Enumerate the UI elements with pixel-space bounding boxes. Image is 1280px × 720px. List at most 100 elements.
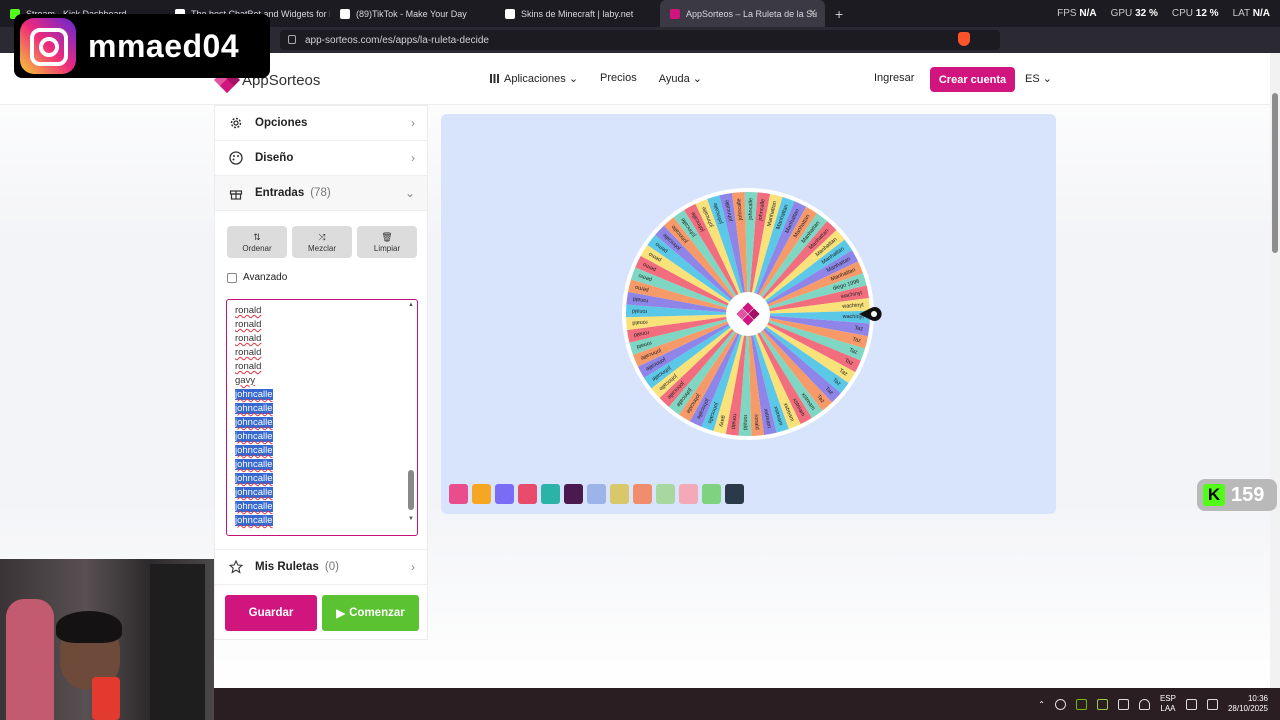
- entry-line: ronald: [235, 305, 262, 316]
- menu-ayuda[interactable]: Ayuda ⌄: [659, 72, 702, 85]
- webcam-chair: [6, 599, 54, 720]
- palette-swatch[interactable]: [610, 484, 629, 504]
- brave-shield-icon[interactable]: [958, 32, 970, 46]
- kick-icon: K: [1203, 484, 1225, 506]
- tab-2[interactable]: (89)TikTok - Make Your Day: [330, 0, 495, 27]
- accordion-diseno[interactable]: Diseño ›: [215, 141, 427, 176]
- palette-swatch[interactable]: [633, 484, 652, 504]
- entry-line: johncalle: [235, 403, 273, 414]
- palette-swatch[interactable]: [541, 484, 560, 504]
- network-icon[interactable]: [1185, 698, 1197, 710]
- wheel-container[interactable]: johncalle Manhattan Manhattan Manhattan Manh…: [621, 187, 882, 441]
- nvidia-icon[interactable]: [1075, 698, 1087, 710]
- entries-textarea[interactable]: ronald ronald ronald ronald ronald gavy johnca…: [226, 299, 418, 536]
- entry-line: ronald: [235, 333, 262, 344]
- grid-icon: [490, 74, 499, 83]
- viewer-count: 159: [1231, 483, 1265, 506]
- shuffle-button[interactable]: ⤨ Mezclar: [292, 226, 352, 258]
- wheel-hub[interactable]: [726, 292, 770, 336]
- tab-label: Skins de Minecraft | laby.net: [521, 8, 634, 19]
- language-selector[interactable]: ES ⌄: [1025, 72, 1052, 85]
- webcam-cup: [92, 677, 120, 720]
- new-tab-button[interactable]: +: [825, 6, 853, 22]
- page-scroll-thumb[interactable]: [1272, 93, 1278, 253]
- entries-toolbar: ⇅ Ordenar ⤨ Mezclar 🗑 Limpiar: [227, 226, 417, 258]
- login-link[interactable]: Ingresar: [874, 72, 914, 84]
- wheel-segment-label: johncalle: [748, 198, 755, 221]
- tab-favicon-icon: [340, 8, 350, 19]
- input-language[interactable]: ESP LAA: [1160, 694, 1176, 714]
- clear-button[interactable]: 🗑 Limpiar: [357, 226, 417, 258]
- entry-line: johncalle: [235, 515, 273, 526]
- lock-icon: [288, 35, 296, 44]
- palette-swatch[interactable]: [725, 484, 744, 504]
- entry-line: johncalle: [235, 445, 273, 456]
- wheel-segment-label: Taz: [854, 325, 864, 332]
- chevron-right-icon: ›: [411, 116, 415, 130]
- gpu-stat: GPU 32 %: [1110, 8, 1158, 19]
- bluetooth-icon[interactable]: [1117, 698, 1129, 710]
- trash-icon: 🗑: [381, 231, 393, 242]
- menu-precios[interactable]: Precios: [600, 72, 637, 85]
- address-bar[interactable]: app-sorteos.com/es/apps/la-ruleta-decide: [280, 30, 1000, 50]
- create-account-button[interactable]: Crear cuenta: [930, 67, 1015, 92]
- webcam-hair: [56, 611, 122, 643]
- palette-swatch[interactable]: [587, 484, 606, 504]
- tab-3[interactable]: Skins de Minecraft | laby.net: [495, 0, 660, 27]
- play-icon: ▶: [336, 608, 346, 620]
- menu-aplicaciones[interactable]: Aplicaciones ⌄: [490, 72, 578, 85]
- entry-line: johncalle: [235, 417, 273, 428]
- entry-line: johncalle: [235, 501, 273, 512]
- cpu-stat: CPU 12 %: [1171, 8, 1219, 19]
- palette-swatch[interactable]: [656, 484, 675, 504]
- accordion-mis-ruletas[interactable]: Mis Ruletas (0) ›: [215, 549, 427, 585]
- chevron-right-icon: ›: [411, 151, 415, 165]
- advanced-checkbox[interactable]: [227, 272, 237, 283]
- close-tab-icon[interactable]: ✕: [809, 8, 817, 19]
- palette-swatch[interactable]: [564, 484, 583, 504]
- volume-icon[interactable]: [1206, 698, 1218, 710]
- mis-ruletas-count: (0): [324, 561, 339, 573]
- sort-icon: ⇅: [253, 231, 261, 242]
- page-scrollbar[interactable]: [1270, 53, 1280, 688]
- microphone-icon[interactable]: [1138, 698, 1150, 710]
- palette-swatch[interactable]: [495, 484, 514, 504]
- entry-line: johncalle: [235, 389, 273, 400]
- mis-ruletas-row: Mis Ruletas (0) ›: [215, 550, 427, 584]
- palette-swatch[interactable]: [449, 484, 468, 504]
- entry-line: ronald: [235, 319, 262, 330]
- tab-favicon-icon: [670, 8, 680, 19]
- entries-scrollbar[interactable]: ▲ ▼: [407, 302, 415, 532]
- chevron-down-icon: ⌄: [404, 186, 415, 200]
- cloud-icon[interactable]: [1054, 698, 1066, 710]
- palette-swatch[interactable]: [679, 484, 698, 504]
- sort-button[interactable]: ⇅ Ordenar: [227, 226, 287, 258]
- palette-swatch[interactable]: [472, 484, 491, 504]
- scroll-down-icon[interactable]: ▼: [408, 516, 414, 522]
- accordion-entradas[interactable]: Entradas (78) ⌄: [215, 176, 427, 211]
- gear-icon: [230, 117, 242, 129]
- app-tray-icon[interactable]: [1096, 698, 1108, 710]
- advanced-toggle[interactable]: Avanzado: [227, 272, 287, 283]
- opciones-label: Opciones: [255, 117, 308, 129]
- tab-4[interactable]: AppSorteos – La Ruleta de la Su ✕: [660, 0, 825, 27]
- palette-swatch[interactable]: [702, 484, 721, 504]
- fps-stat: FPS N/A: [1057, 8, 1097, 19]
- spin-wheel[interactable]: johncalle ManhattanManhattanManhattanManh…: [621, 187, 882, 441]
- shuffle-icon: ⤨: [318, 231, 326, 242]
- diseno-label: Diseño: [255, 152, 294, 164]
- start-button[interactable]: ▶ Comenzar: [322, 595, 419, 631]
- main-menu: Aplicaciones ⌄ Precios Ayuda ⌄: [490, 72, 702, 85]
- webcam-overlay: [0, 559, 214, 720]
- entries-scroll-thumb[interactable]: [408, 470, 414, 510]
- chevron-up-icon[interactable]: ⌃: [1038, 700, 1045, 709]
- palette-swatch[interactable]: [518, 484, 537, 504]
- scroll-up-icon[interactable]: ▲: [408, 302, 414, 308]
- wheel-stage: johncalle Manhattan Manhattan Manhattan Manh…: [441, 114, 1056, 514]
- tab-favicon-icon: [505, 8, 515, 19]
- save-button[interactable]: Guardar: [225, 595, 317, 631]
- clock[interactable]: 10:36 28/10/2025: [1228, 694, 1268, 714]
- accordion-opciones[interactable]: Opciones ›: [215, 106, 427, 141]
- star-icon: [229, 560, 243, 574]
- gift-icon: [229, 190, 243, 200]
